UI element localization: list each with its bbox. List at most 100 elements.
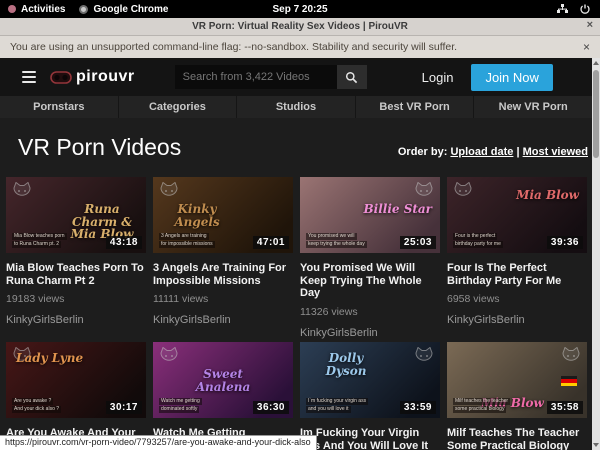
- video-grid: Runa Charm & Mia Blow Mia Blow teaches p…: [6, 177, 594, 450]
- thumbnail-caption: Are you awake ?And your dick also ?: [12, 397, 61, 413]
- studio-link[interactable]: KinkyGirlsBerlin: [6, 314, 146, 326]
- video-title-link[interactable]: Mia Blow Teaches Porn To Runa Charm Pt 2: [6, 262, 146, 287]
- cat-mask-logo-icon: [159, 347, 179, 365]
- window-title: VR Porn: Virtual Reality Sex Videos | Pi…: [192, 21, 408, 32]
- page-content: VR Porn Videos Order by: Upload date | M…: [0, 134, 600, 450]
- video-card: Sweet Analena Watch me gettingdominated …: [153, 342, 293, 450]
- search-input[interactable]: [175, 65, 337, 89]
- thumbnail-caption: You promised we willkeep trying the whol…: [306, 232, 367, 248]
- page-title: VR Porn Videos: [18, 134, 181, 161]
- site-logo[interactable]: pirouvr: [50, 68, 135, 86]
- order-most-viewed-link[interactable]: Most viewed: [523, 146, 588, 158]
- chrome-icon: [79, 5, 88, 14]
- nav-item-studios[interactable]: Studios: [236, 96, 355, 118]
- video-views: 19183 views: [6, 293, 146, 305]
- search-button[interactable]: [337, 65, 367, 89]
- studio-link[interactable]: KinkyGirlsBerlin: [153, 314, 293, 326]
- cat-mask-logo-icon: [561, 347, 581, 365]
- nav-item-new-vr-porn[interactable]: New VR Porn: [473, 96, 592, 118]
- activities-label: Activities: [21, 4, 65, 15]
- duration-badge: 39:36: [547, 236, 583, 249]
- duration-badge: 36:30: [253, 401, 289, 414]
- thumbnail-caption: 3 Angels are trainingfor impossible miss…: [159, 232, 215, 248]
- video-card: Billie Star You promised we willkeep try…: [300, 177, 440, 339]
- login-link[interactable]: Login: [422, 70, 454, 85]
- video-card: Lady Lyne Are you awake ?And your dick a…: [6, 342, 146, 450]
- video-title-link[interactable]: Milf Teaches The Teacher Some Practical …: [447, 427, 587, 450]
- thumbnail-caption: Milf teaches the teachersome practical b…: [453, 397, 510, 413]
- duration-badge: 47:01: [253, 236, 289, 249]
- clock[interactable]: Sep 7 20:25: [272, 4, 327, 15]
- thumbnail-caption: Mia Blow teaches pornto Runa Charm pt. 2: [12, 232, 67, 248]
- cat-mask-logo-icon: [453, 182, 473, 200]
- video-title-link[interactable]: You Promised We Will Keep Trying The Who…: [300, 262, 440, 300]
- duration-badge: 25:03: [400, 236, 436, 249]
- video-thumbnail[interactable]: Mia Blow Four is the perfectbirthday par…: [447, 177, 587, 253]
- logo-text: pirouvr: [76, 68, 135, 86]
- thumbnail-caption: Four is the perfectbirthday party for me: [453, 232, 503, 248]
- video-thumbnail[interactable]: Kinky Angels 3 Angels are trainingfor im…: [153, 177, 293, 253]
- video-views: 11111 views: [153, 293, 293, 305]
- join-now-button[interactable]: Join Now: [471, 64, 552, 91]
- app-menu-label: Google Chrome: [93, 4, 168, 15]
- site-header: pirouvr Login Join Now: [0, 58, 600, 96]
- chrome-warning-bar: You are using an unsupported command-lin…: [0, 36, 600, 58]
- studio-link[interactable]: KinkyGirlsBerlin: [300, 327, 440, 339]
- thumbnail-performer-name: Billie Star: [364, 203, 433, 216]
- window-title-bar: VR Porn: Virtual Reality Sex Videos | Pi…: [0, 18, 600, 36]
- scrollbar-thumb[interactable]: [593, 70, 599, 158]
- duration-badge: 30:17: [106, 401, 142, 414]
- video-card: Dolly Dyson I`m fucking your virgin assa…: [300, 342, 440, 450]
- nav-item-pornstars[interactable]: Pornstars: [0, 96, 118, 118]
- video-card: Mia Blow Four is the perfectbirthday par…: [447, 177, 587, 339]
- duration-badge: 43:18: [106, 236, 142, 249]
- video-card: Runa Charm & Mia Blow Mia Blow teaches p…: [6, 177, 146, 339]
- cat-mask-logo-icon: [414, 347, 434, 365]
- order-separator: |: [516, 146, 519, 158]
- german-flag-icon: [561, 376, 577, 386]
- studio-link[interactable]: KinkyGirlsBerlin: [447, 314, 587, 326]
- nav-item-best-vr-porn[interactable]: Best VR Porn: [355, 96, 474, 118]
- scroll-up-icon[interactable]: [593, 61, 599, 65]
- cat-mask-logo-icon: [12, 182, 32, 200]
- video-thumbnail[interactable]: Sweet Analena Watch me gettingdominated …: [153, 342, 293, 418]
- vr-goggles-icon: [50, 71, 72, 84]
- thumbnail-performer-name: Mia Blow: [516, 189, 579, 202]
- duration-badge: 35:58: [547, 401, 583, 414]
- status-url: https://pirouvr.com/vr-porn-video/779325…: [0, 435, 317, 450]
- video-title-link[interactable]: 3 Angels Are Training For Impossible Mis…: [153, 262, 293, 287]
- nav-item-categories[interactable]: Categories: [118, 96, 237, 118]
- window-close-icon[interactable]: ×: [587, 19, 593, 31]
- video-thumbnail[interactable]: Mia Blow Milf teaches the teachersome pr…: [447, 342, 587, 418]
- video-views: 11326 views: [300, 306, 440, 318]
- thumbnail-caption: I`m fucking your virgin assand you will …: [306, 397, 368, 413]
- video-thumbnail[interactable]: Runa Charm & Mia Blow Mia Blow teaches p…: [6, 177, 146, 253]
- video-title-link[interactable]: Im Fucking Your Virgin Ass And You Will …: [300, 427, 440, 450]
- distro-dot-icon: [8, 5, 16, 13]
- video-views: 6958 views: [447, 293, 587, 305]
- video-title-link[interactable]: Four Is The Perfect Birthday Party For M…: [447, 262, 587, 287]
- scrollbar[interactable]: [592, 58, 600, 450]
- activities-button[interactable]: Activities: [8, 4, 65, 15]
- thumbnail-performer-name: Sweet Analena: [188, 368, 258, 393]
- cat-mask-logo-icon: [159, 182, 179, 200]
- thumbnail-performer-name: Lady Lyne: [16, 352, 83, 365]
- power-icon[interactable]: [580, 4, 590, 15]
- thumbnail-caption: Watch me gettingdominated softly: [159, 397, 202, 413]
- video-thumbnail[interactable]: Billie Star You promised we willkeep try…: [300, 177, 440, 253]
- order-upload-date-link[interactable]: Upload date: [450, 146, 513, 158]
- thumbnail-performer-name: Kinky Angels: [161, 203, 233, 228]
- order-by: Order by: Upload date | Most viewed: [398, 146, 588, 161]
- video-card: Mia Blow Milf teaches the teachersome pr…: [447, 342, 587, 450]
- system-top-bar: Activities Google Chrome Sep 7 20:25: [0, 0, 600, 18]
- warning-message: You are using an unsupported command-lin…: [10, 41, 457, 53]
- thumbnail-performer-name: Dolly Dyson: [310, 352, 382, 377]
- network-icon[interactable]: [557, 4, 568, 14]
- cat-mask-logo-icon: [414, 182, 434, 200]
- warning-close-icon[interactable]: ×: [583, 40, 590, 54]
- app-menu-button[interactable]: Google Chrome: [79, 4, 168, 15]
- video-thumbnail[interactable]: Lady Lyne Are you awake ?And your dick a…: [6, 342, 146, 418]
- video-thumbnail[interactable]: Dolly Dyson I`m fucking your virgin assa…: [300, 342, 440, 418]
- hamburger-menu-icon[interactable]: [22, 71, 36, 83]
- scroll-down-icon[interactable]: [593, 443, 599, 447]
